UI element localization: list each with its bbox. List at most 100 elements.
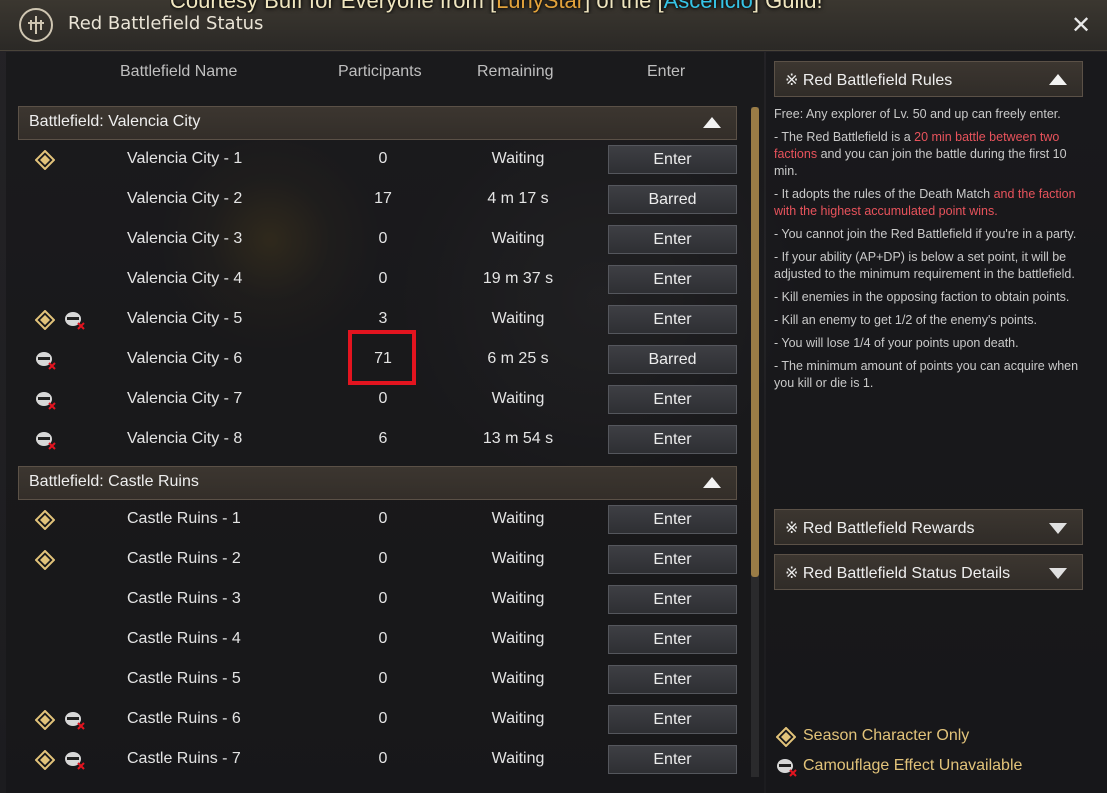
season-icon	[34, 509, 56, 531]
remaining-time: Waiting	[491, 710, 545, 727]
participants-count: 17	[374, 190, 392, 207]
enter-button[interactable]: Enter	[608, 385, 737, 414]
remaining-time: Waiting	[491, 630, 545, 647]
rule-3: - You cannot join the Red Battlefield if…	[774, 227, 1077, 241]
enter-button[interactable]: Enter	[608, 705, 737, 734]
participants-count: 6	[378, 430, 388, 447]
camouflage-icon	[64, 710, 86, 730]
participants-count: 0	[378, 590, 388, 607]
enter-button[interactable]: Enter	[608, 585, 737, 614]
scrollbar-thumb[interactable]	[751, 107, 759, 577]
rules-header[interactable]: ※ Red Battlefield Rules	[774, 61, 1083, 97]
participants-count: 0	[378, 510, 388, 527]
highlight-box	[348, 330, 416, 385]
participants-count: 0	[378, 390, 388, 407]
collapse-icon[interactable]	[703, 117, 721, 128]
enter-button[interactable]: Enter	[608, 225, 737, 254]
column-header-enter: Enter	[647, 63, 686, 80]
rewards-header[interactable]: ※ Red Battlefield Rewards	[774, 509, 1083, 545]
expand-icon[interactable]	[1049, 568, 1067, 579]
column-header-name: Battlefield Name	[120, 63, 238, 80]
column-header-remaining: Remaining	[477, 63, 554, 80]
camouflage-icon	[777, 759, 797, 777]
battlefield-name: Castle Ruins - 4	[127, 630, 241, 647]
battlefield-row: Castle Ruins - 4 0 Waiting Enter	[18, 620, 740, 660]
season-icon	[34, 709, 56, 731]
expand-icon[interactable]	[1049, 523, 1067, 534]
enter-button[interactable]: Enter	[608, 145, 737, 174]
scrollbar[interactable]	[751, 107, 759, 777]
enter-button[interactable]: Enter	[608, 665, 737, 694]
participants-count: 0	[378, 670, 388, 687]
barred-button[interactable]: Barred	[608, 345, 737, 374]
battlefield-row: Castle Ruins - 2 0 Waiting Enter	[18, 540, 740, 580]
rules-text: Free: Any explorer of Lv. 50 and up can …	[774, 106, 1088, 398]
battlefield-name: Valencia City - 2	[127, 190, 243, 207]
participants-count: 0	[378, 550, 388, 567]
battlefield-row: Valencia City - 8 6 13 m 54 s Enter	[18, 420, 740, 460]
enter-button[interactable]: Enter	[608, 745, 737, 774]
remaining-time: Waiting	[491, 310, 545, 327]
rule-1: - The Red Battlefield is a 20 min battle…	[774, 130, 1067, 178]
battlefield-name: Valencia City - 7	[127, 390, 243, 407]
collapse-icon[interactable]	[703, 477, 721, 488]
season-icon	[34, 749, 56, 771]
rule-7: - You will lose 1/4 of your points upon …	[774, 336, 1019, 350]
battlefield-row: Castle Ruins - 3 0 Waiting Enter	[18, 580, 740, 620]
camouflage-icon	[35, 350, 57, 370]
section-title: Battlefield: Valencia City	[29, 113, 201, 130]
close-button[interactable]: ✕	[1069, 13, 1093, 37]
enter-button[interactable]: Enter	[608, 505, 737, 534]
battlefield-row: Valencia City - 3 0 Waiting Enter	[18, 220, 740, 260]
camouflage-icon	[64, 310, 86, 330]
enter-button[interactable]: Enter	[608, 425, 737, 454]
participants-count: 0	[378, 230, 388, 247]
rewards-title: ※ Red Battlefield Rewards	[785, 520, 975, 537]
battlefield-name: Valencia City - 1	[127, 150, 243, 167]
section-header[interactable]: Battlefield: Castle Ruins	[18, 466, 737, 500]
rule-free: Free: Any explorer of Lv. 50 and up can …	[774, 107, 1061, 121]
participants-count: 0	[378, 150, 388, 167]
battlefield-row: Valencia City - 2 17 4 m 17 s Barred	[18, 180, 740, 220]
enter-button[interactable]: Enter	[608, 545, 737, 574]
camouflage-icon	[35, 390, 57, 410]
participants-count: 0	[378, 630, 388, 647]
participants-count: 0	[378, 270, 388, 287]
remaining-time: 4 m 17 s	[487, 190, 549, 207]
camouflage-icon	[64, 750, 86, 770]
remaining-time: 13 m 54 s	[482, 430, 554, 447]
season-icon	[34, 149, 56, 171]
enter-button[interactable]: Enter	[608, 305, 737, 334]
remaining-time: Waiting	[491, 550, 545, 567]
remaining-time: Waiting	[491, 590, 545, 607]
remaining-time: 6 m 25 s	[487, 350, 549, 367]
barred-button[interactable]: Barred	[608, 185, 737, 214]
rule-5: - Kill enemies in the opposing faction t…	[774, 290, 1070, 304]
column-header-participants: Participants	[338, 63, 422, 80]
section-header[interactable]: Battlefield: Valencia City	[18, 106, 737, 140]
battlefield-row: Castle Ruins - 7 0 Waiting Enter	[18, 740, 740, 780]
rules-title: ※ Red Battlefield Rules	[785, 72, 953, 89]
battlefield-row: Castle Ruins - 6 0 Waiting Enter	[18, 700, 740, 740]
battlefield-name: Castle Ruins - 5	[127, 670, 241, 687]
battlefield-name: Castle Ruins - 1	[127, 510, 241, 527]
status-details-title: ※ Red Battlefield Status Details	[785, 565, 1011, 582]
rule-6: - Kill an enemy to get 1/2 of the enemy'…	[774, 313, 1037, 327]
enter-button[interactable]: Enter	[608, 265, 737, 294]
participants-count: 3	[378, 310, 388, 327]
remaining-time: Waiting	[491, 150, 545, 167]
status-details-header[interactable]: ※ Red Battlefield Status Details	[774, 554, 1083, 590]
participants-count: 0	[378, 710, 388, 727]
rule-4: - If your ability (AP+DP) is below a set…	[774, 250, 1075, 281]
enter-button[interactable]: Enter	[608, 625, 737, 654]
remaining-time: Waiting	[491, 750, 545, 767]
remaining-time: Waiting	[491, 670, 545, 687]
rule-2: - It adopts the rules of the Death Match…	[774, 187, 1076, 218]
rule-8: - The minimum amount of points you can a…	[774, 359, 1079, 390]
battlefield-name: Castle Ruins - 6	[127, 710, 241, 727]
remaining-time: Waiting	[491, 390, 545, 407]
battlefield-name: Castle Ruins - 2	[127, 550, 241, 567]
collapse-icon[interactable]	[1049, 74, 1067, 85]
battlefield-name: Valencia City - 6	[127, 350, 243, 367]
remaining-time: Waiting	[491, 510, 545, 527]
